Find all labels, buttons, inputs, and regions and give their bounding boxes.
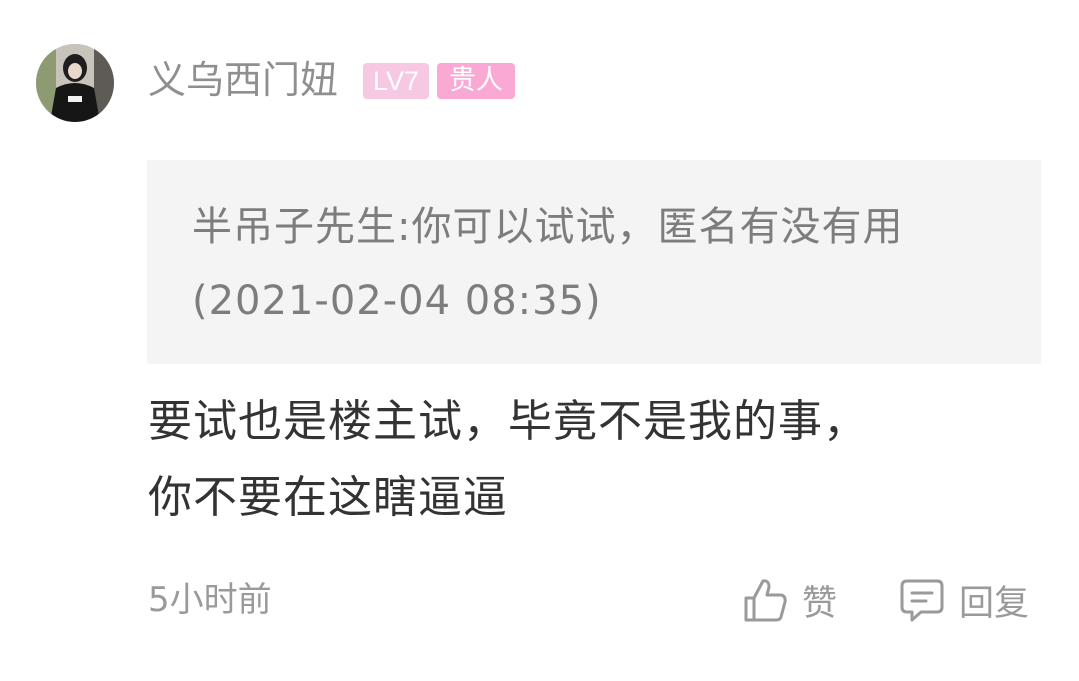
comment-body-line: 你不要在这瞎逼逼 xyxy=(148,472,508,523)
title-badge: 贵人 xyxy=(437,63,515,99)
thumbs-up-icon xyxy=(742,576,788,624)
comment-bubble-icon xyxy=(899,576,945,624)
reply-label: 回复 xyxy=(959,583,1030,624)
quoted-reply-text: 半吊子先生:你可以试试，匿名有没有用 (2021-02-04 08:35) xyxy=(192,204,904,324)
comment-timestamp: 5小时前 xyxy=(148,580,272,620)
quoted-reply-box[interactable]: 半吊子先生:你可以试试，匿名有没有用 (2021-02-04 08:35) xyxy=(147,160,1041,364)
avatar[interactable] xyxy=(36,44,114,122)
avatar-image xyxy=(36,44,114,122)
reply-button[interactable]: 回复 xyxy=(899,574,1029,626)
comment-body: 要试也是楼主试，毕竟不是我的事， 你不要在这瞎逼逼 xyxy=(148,384,968,536)
like-label: 赞 xyxy=(802,583,838,624)
username[interactable]: 义乌西门妞 xyxy=(148,54,338,106)
comment-body-line: 要试也是楼主试，毕竟不是我的事， xyxy=(148,396,868,447)
like-button[interactable]: 赞 xyxy=(742,574,837,626)
level-badge: LV7 xyxy=(363,63,429,99)
